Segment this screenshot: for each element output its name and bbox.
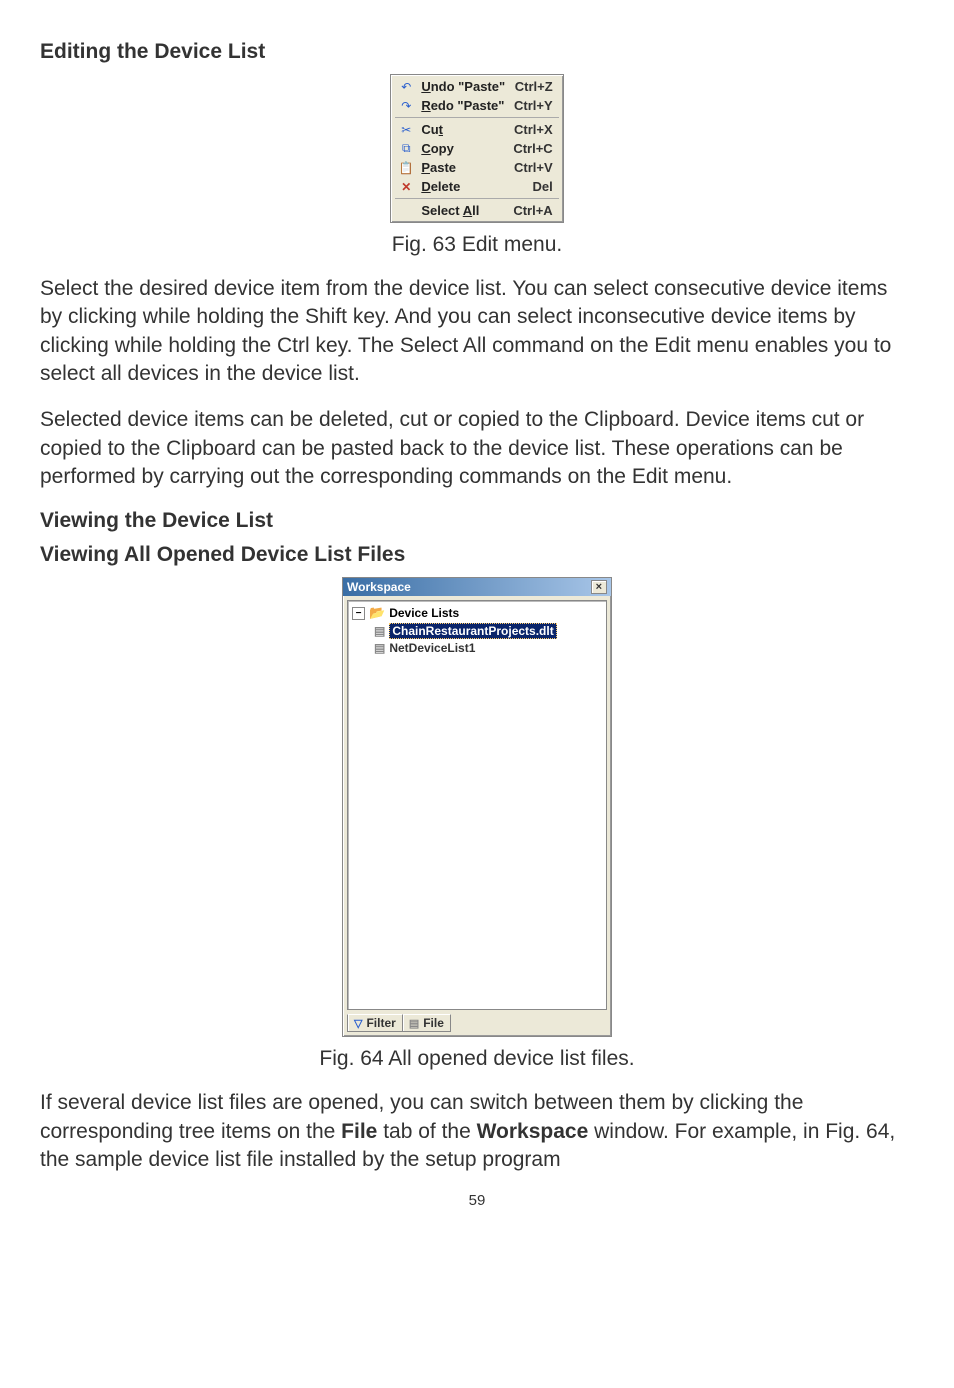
menu-redo-shortcut: Ctrl+Y <box>514 98 553 113</box>
delete-icon: ✕ <box>397 180 415 194</box>
tab-filter[interactable]: ▽ Filter <box>347 1014 403 1032</box>
heading-viewing-device-list: Viewing the Device List <box>40 509 914 533</box>
tree-item-chain-restaurant[interactable]: ▤ ChainRestaurantProjects.dlt <box>374 623 602 639</box>
menu-paste-label: Paste <box>421 160 513 175</box>
tab-file[interactable]: ▤ File <box>402 1014 451 1032</box>
paragraph-1: Select the desired device item from the … <box>40 275 914 388</box>
menu-separator-2 <box>395 198 558 199</box>
tree-collapse-icon[interactable]: − <box>352 607 365 620</box>
figure-64-caption: Fig. 64 All opened device list files. <box>40 1047 914 1071</box>
heading-editing-device-list: Editing the Device List <box>40 40 914 64</box>
tab-file-label: File <box>423 1016 444 1030</box>
tree-item-netdevicelist1[interactable]: ▤ NetDeviceList1 <box>374 641 602 655</box>
cut-icon: ✂ <box>397 123 415 137</box>
menu-undo-shortcut: Ctrl+Z <box>515 79 553 94</box>
filter-icon: ▽ <box>354 1017 362 1030</box>
file-icon: ▤ <box>409 1017 419 1030</box>
menu-undo[interactable]: ↶ Undo "Paste" Ctrl+Z <box>393 77 560 96</box>
close-icon[interactable]: × <box>591 580 607 594</box>
document-icon: ▤ <box>374 624 385 638</box>
edit-menu: ↶ Undo "Paste" Ctrl+Z ↷ Redo "Paste" Ctr… <box>390 74 563 223</box>
menu-undo-label: Undo "Paste" <box>421 79 513 94</box>
page-number: 59 <box>40 1192 914 1209</box>
para3-mid: tab of the <box>377 1120 476 1143</box>
tab-filter-label: Filter <box>366 1016 395 1030</box>
tree-item-label: NetDeviceList1 <box>389 641 475 655</box>
undo-icon: ↶ <box>397 80 415 94</box>
menu-redo[interactable]: ↷ Redo "Paste" Ctrl+Y <box>393 96 560 115</box>
heading-viewing-all-opened: Viewing All Opened Device List Files <box>40 543 914 567</box>
paragraph-3: If several device list files are opened,… <box>40 1089 914 1174</box>
tree-root-label: Device Lists <box>389 606 459 620</box>
menu-select-all-label: Select All <box>421 203 513 218</box>
menu-paste[interactable]: 📋 Paste Ctrl+V <box>393 158 560 177</box>
figure-63: ↶ Undo "Paste" Ctrl+Z ↷ Redo "Paste" Ctr… <box>40 74 914 223</box>
workspace-tree: − 📂 Device Lists ▤ ChainRestaurantProjec… <box>347 600 607 1010</box>
paste-icon: 📋 <box>397 161 415 175</box>
menu-copy-shortcut: Ctrl+C <box>513 141 552 156</box>
workspace-title: Workspace <box>347 580 591 594</box>
para3-file-bold: File <box>341 1120 377 1143</box>
menu-cut[interactable]: ✂ Cut Ctrl+X <box>393 120 560 139</box>
folder-icon: 📂 <box>369 605 385 621</box>
workspace-window: Workspace × − 📂 Device Lists ▤ ChainRest… <box>342 577 612 1037</box>
menu-redo-label: Redo "Paste" <box>421 98 513 113</box>
tree-item-selected-label: ChainRestaurantProjects.dlt <box>389 623 556 639</box>
para3-workspace-bold: Workspace <box>477 1120 589 1143</box>
menu-cut-shortcut: Ctrl+X <box>514 122 553 137</box>
menu-delete[interactable]: ✕ Delete Del <box>393 177 560 196</box>
menu-select-all[interactable]: Select All Ctrl+A <box>393 201 560 220</box>
menu-delete-label: Delete <box>421 179 513 194</box>
figure-63-caption: Fig. 63 Edit menu. <box>40 233 914 257</box>
document-icon: ▤ <box>374 641 385 655</box>
workspace-tabs: ▽ Filter ▤ File <box>343 1014 611 1036</box>
menu-cut-label: Cut <box>421 122 513 137</box>
menu-select-all-shortcut: Ctrl+A <box>513 203 552 218</box>
menu-delete-shortcut: Del <box>532 179 552 194</box>
figure-64: Workspace × − 📂 Device Lists ▤ ChainRest… <box>40 577 914 1037</box>
copy-icon: ⧉ <box>397 141 415 156</box>
redo-icon: ↷ <box>397 99 415 113</box>
paragraph-2: Selected device items can be deleted, cu… <box>40 406 914 491</box>
workspace-titlebar: Workspace × <box>343 578 611 596</box>
menu-separator-1 <box>395 117 558 118</box>
menu-copy[interactable]: ⧉ Copy Ctrl+C <box>393 139 560 158</box>
menu-paste-shortcut: Ctrl+V <box>514 160 553 175</box>
menu-copy-label: Copy <box>421 141 513 156</box>
tree-root-device-lists[interactable]: − 📂 Device Lists <box>352 605 602 621</box>
